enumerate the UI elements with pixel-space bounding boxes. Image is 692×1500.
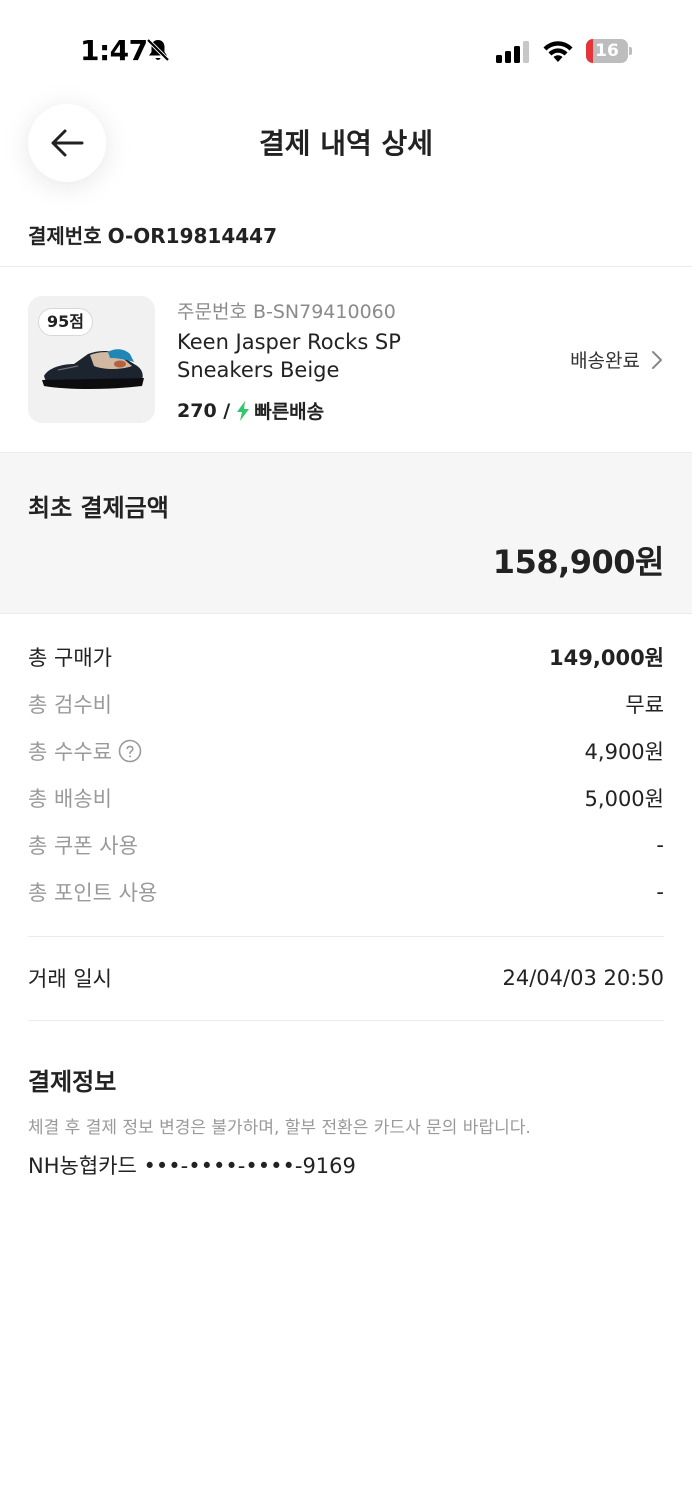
product-image[interactable]: 95점 xyxy=(28,296,155,423)
transaction-date-label: 거래 일시 xyxy=(28,967,112,991)
row-value: 4,900원 xyxy=(584,740,664,764)
row-commission: 총 수수료 4,900원 xyxy=(28,736,664,766)
product-options: 270 / 빠른배송 xyxy=(177,397,324,424)
row-total-price: 총 구매가 149,000원 xyxy=(28,642,664,672)
divider xyxy=(0,266,692,267)
payment-number: 결제번호 O-OR19814447 xyxy=(28,220,277,249)
row-label: 총 수수료 xyxy=(28,740,112,764)
battery-indicator: 16 xyxy=(586,39,632,63)
initial-amount-label: 최초 결제금액 xyxy=(28,494,169,522)
product-name[interactable]: Keen Jasper Rocks SP Sneakers Beige xyxy=(177,328,447,384)
status-bar: 1:47 16 xyxy=(0,0,692,100)
row-label: 총 검수비 xyxy=(28,693,112,717)
row-label: 총 구매가 xyxy=(28,646,112,670)
bell-off-icon xyxy=(146,38,170,62)
row-transaction-date: 거래 일시 24/04/03 20:50 xyxy=(28,963,664,993)
row-label: 총 쿠폰 사용 xyxy=(28,834,138,858)
row-value: - xyxy=(656,880,664,904)
payment-info-title: 결제정보 xyxy=(28,1068,117,1096)
divider xyxy=(28,1020,664,1021)
chevron-right-icon xyxy=(652,350,662,369)
payment-info-note: 체결 후 결제 정보 변경은 불가하며, 할부 전환은 카드사 문의 바랍니다. xyxy=(28,1118,531,1138)
score-badge: 95점 xyxy=(38,308,93,336)
fast-shipping-label: 빠른배송 xyxy=(254,401,325,423)
row-value: 149,000원 xyxy=(549,646,664,670)
row-value: 무료 xyxy=(625,693,664,717)
transaction-date-value: 24/04/03 20:50 xyxy=(502,966,664,990)
product-size: 270 / xyxy=(177,399,231,422)
battery-level: 16 xyxy=(595,41,619,61)
payment-number-label: 결제번호 xyxy=(28,224,102,248)
payment-card: NH농협카드 •••-••••-••••-9169 xyxy=(28,1154,356,1178)
sneaker-image xyxy=(42,349,144,389)
product-name-line1: Keen Jasper Rocks SP xyxy=(177,330,401,354)
delivery-status-link[interactable]: 배송완료 xyxy=(570,346,664,373)
row-value: 5,000원 xyxy=(584,787,664,811)
order-number: 주문번호 B-SN79410060 xyxy=(177,301,396,323)
row-label: 총 포인트 사용 xyxy=(28,881,158,905)
product-name-line2: Sneakers Beige xyxy=(177,358,340,382)
initial-amount-panel: 최초 결제금액 158,900원 xyxy=(0,452,692,614)
status-time: 1:47 xyxy=(80,34,148,67)
page-title: 결제 내역 상세 xyxy=(258,127,434,160)
initial-amount-value: 158,900원 xyxy=(492,543,665,581)
cellular-signal-icon xyxy=(496,41,529,63)
row-shipping-fee: 총 배송비 5,000원 xyxy=(28,783,664,813)
payment-number-value: O-OR19814447 xyxy=(107,224,278,248)
row-inspection-fee: 총 검수비 무료 xyxy=(28,689,664,719)
row-value: - xyxy=(656,833,664,857)
question-circle-icon[interactable] xyxy=(118,739,142,763)
row-label-wrap: 총 수수료 xyxy=(28,736,142,766)
delivery-status: 배송완료 xyxy=(570,350,640,372)
row-coupon: 총 쿠폰 사용 - xyxy=(28,830,664,860)
lightning-bolt-icon xyxy=(237,400,250,421)
wifi-icon xyxy=(543,41,573,62)
row-label: 총 배송비 xyxy=(28,787,112,811)
divider xyxy=(28,936,664,937)
row-points: 총 포인트 사용 - xyxy=(28,877,664,907)
